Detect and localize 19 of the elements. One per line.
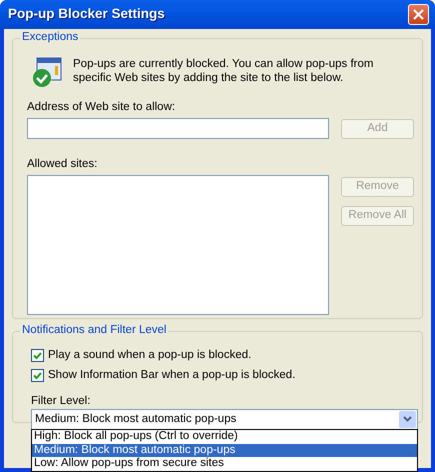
- group-title: Exceptions: [20, 31, 80, 45]
- address-field[interactable]: [27, 118, 329, 139]
- info-message: Pop-ups are currently blocked. You can allow pop-ups from specific Web sites by adding the site to the list below.: [73, 58, 374, 86]
- popup-shield-icon: [31, 57, 63, 89]
- checkbox-label[interactable]: Play a sound when a pop-up is blocked.: [48, 349, 252, 363]
- field-label: Address of Web site to allow:: [27, 101, 176, 115]
- checkbox-label[interactable]: Show Information Bar when a pop-up is blocked.: [48, 368, 296, 383]
- dropdown-option[interactable]: High: Block all pop-ups (Ctrl to override): [32, 430, 417, 444]
- allowed-sites-list[interactable]: [27, 174, 329, 315]
- dropdown-option[interactable]: Low: Allow pop-ups from secure sites: [32, 457, 417, 470]
- dropdown-option[interactable]: Medium: Block most automatic pop-ups: [32, 444, 417, 457]
- checkbox[interactable]: [31, 369, 44, 382]
- window-title: Pop-up Blocker Settings: [8, 6, 165, 23]
- list-label: Allowed sites:: [27, 158, 98, 172]
- close-button[interactable]: [408, 4, 429, 25]
- checkbox[interactable]: [31, 349, 44, 362]
- field-label: Filter Level:: [31, 394, 92, 408]
- filter-level-dropdown[interactable]: Medium: Block most automatic pop-ups: [31, 409, 418, 430]
- close-icon: [412, 8, 425, 21]
